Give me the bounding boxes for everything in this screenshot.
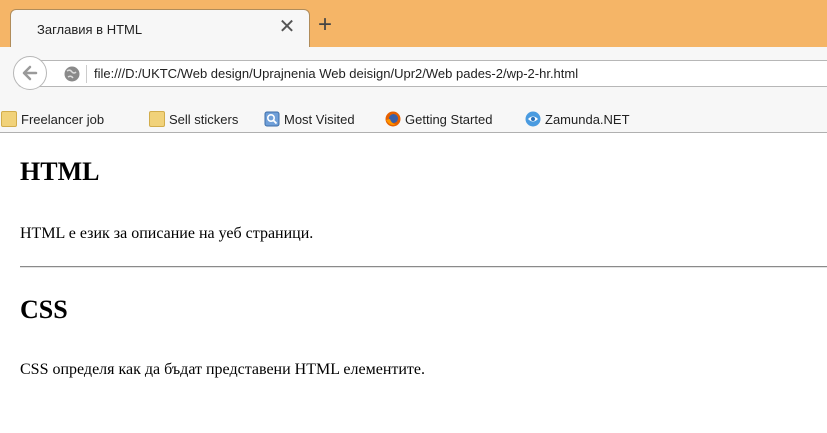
navigation-bar: file:///D:/UKTC/Web design/Uprajnenia We…: [0, 47, 827, 105]
tab-active[interactable]: Заглавия в HTML ✕: [10, 9, 310, 47]
bookmark-label: Zamunda.NET: [545, 111, 630, 127]
bookmark-label: Most Visited: [284, 111, 355, 127]
url-separator: [86, 65, 87, 83]
horizontal-rule: [20, 266, 827, 268]
url-bar[interactable]: file:///D:/UKTC/Web design/Uprajnenia We…: [13, 56, 827, 90]
browser-window: Заглавия в HTML ✕ + file:///D:/UKTC/Web …: [0, 0, 827, 433]
folder-icon: [149, 111, 165, 127]
paragraph-html: HTML е език за описание на уеб страници.: [20, 225, 314, 242]
back-arrow-icon: [22, 65, 38, 81]
paragraph-css: CSS определя как да бъдат представени HT…: [20, 361, 426, 378]
bookmark-sell-stickers[interactable]: Sell stickers: [149, 110, 238, 128]
tab-title: Заглавия в HTML: [37, 22, 143, 37]
bookmark-zamunda[interactable]: Zamunda.NET: [525, 110, 630, 128]
globe-icon[interactable]: [63, 65, 81, 83]
zamunda-icon: [525, 111, 541, 127]
page-content: HTML HTML е език за описание на уеб стра…: [0, 133, 827, 433]
back-button[interactable]: [13, 56, 47, 90]
tab-strip: Заглавия в HTML ✕ +: [0, 0, 827, 47]
bookmark-most-visited[interactable]: Most Visited: [264, 110, 355, 128]
bookmark-label: Getting Started: [405, 111, 493, 127]
new-tab-button[interactable]: +: [312, 12, 338, 38]
bookmark-label: Freelancer job: [21, 111, 105, 127]
most-visited-icon: [264, 111, 280, 127]
heading-css: CSS: [20, 295, 68, 324]
folder-icon: [1, 111, 17, 127]
bookmark-freelancer-job[interactable]: Freelancer job: [1, 110, 104, 128]
bookmark-getting-started[interactable]: Getting Started: [385, 110, 492, 128]
bookmark-label: Sell stickers: [169, 111, 239, 127]
bookmarks-toolbar: Freelancer job Sell stickers Most Visite…: [0, 105, 827, 133]
url-input[interactable]: file:///D:/UKTC/Web design/Uprajnenia We…: [94, 66, 578, 81]
heading-html: HTML: [20, 157, 100, 186]
firefox-icon: [385, 111, 401, 127]
close-icon[interactable]: ✕: [277, 17, 297, 37]
